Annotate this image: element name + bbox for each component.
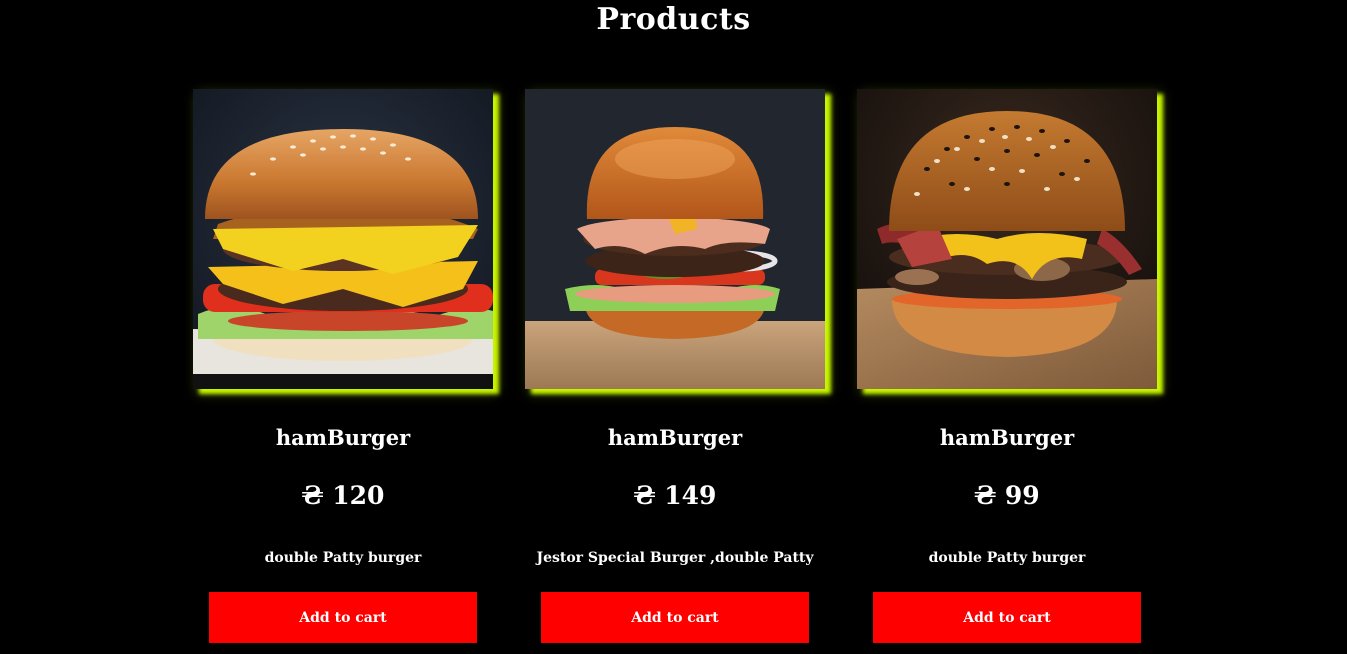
product-card: hamBurger ₴ 120 double Patty burger Add … — [193, 89, 493, 643]
product-image[interactable] — [525, 89, 825, 389]
product-description: double Patty burger — [264, 550, 422, 566]
product-card: hamBurger ₴ 99 double Patty burger Add t… — [857, 89, 1157, 643]
add-to-cart-button[interactable]: Add to cart — [541, 592, 809, 643]
product-price: ₴ 99 — [974, 481, 1040, 510]
product-card: hamBurger ₴ 149 Jestor Special Burger ,d… — [525, 89, 825, 643]
product-name: hamBurger — [607, 425, 743, 450]
product-name: hamBurger — [275, 425, 411, 450]
products-page: Products hamBurger ₴ 120 double Patty bu… — [0, 0, 1347, 654]
product-image[interactable] — [857, 89, 1157, 389]
product-description: Jestor Special Burger ,double Patty — [536, 550, 814, 566]
add-to-cart-button[interactable]: Add to cart — [209, 592, 477, 643]
add-to-cart-button[interactable]: Add to cart — [873, 592, 1141, 643]
page-title: Products — [596, 2, 751, 37]
product-description: double Patty burger — [928, 550, 1086, 566]
product-price: ₴ 120 — [301, 481, 385, 510]
product-name: hamBurger — [939, 425, 1075, 450]
product-price: ₴ 149 — [633, 481, 717, 510]
product-image[interactable] — [193, 89, 493, 389]
